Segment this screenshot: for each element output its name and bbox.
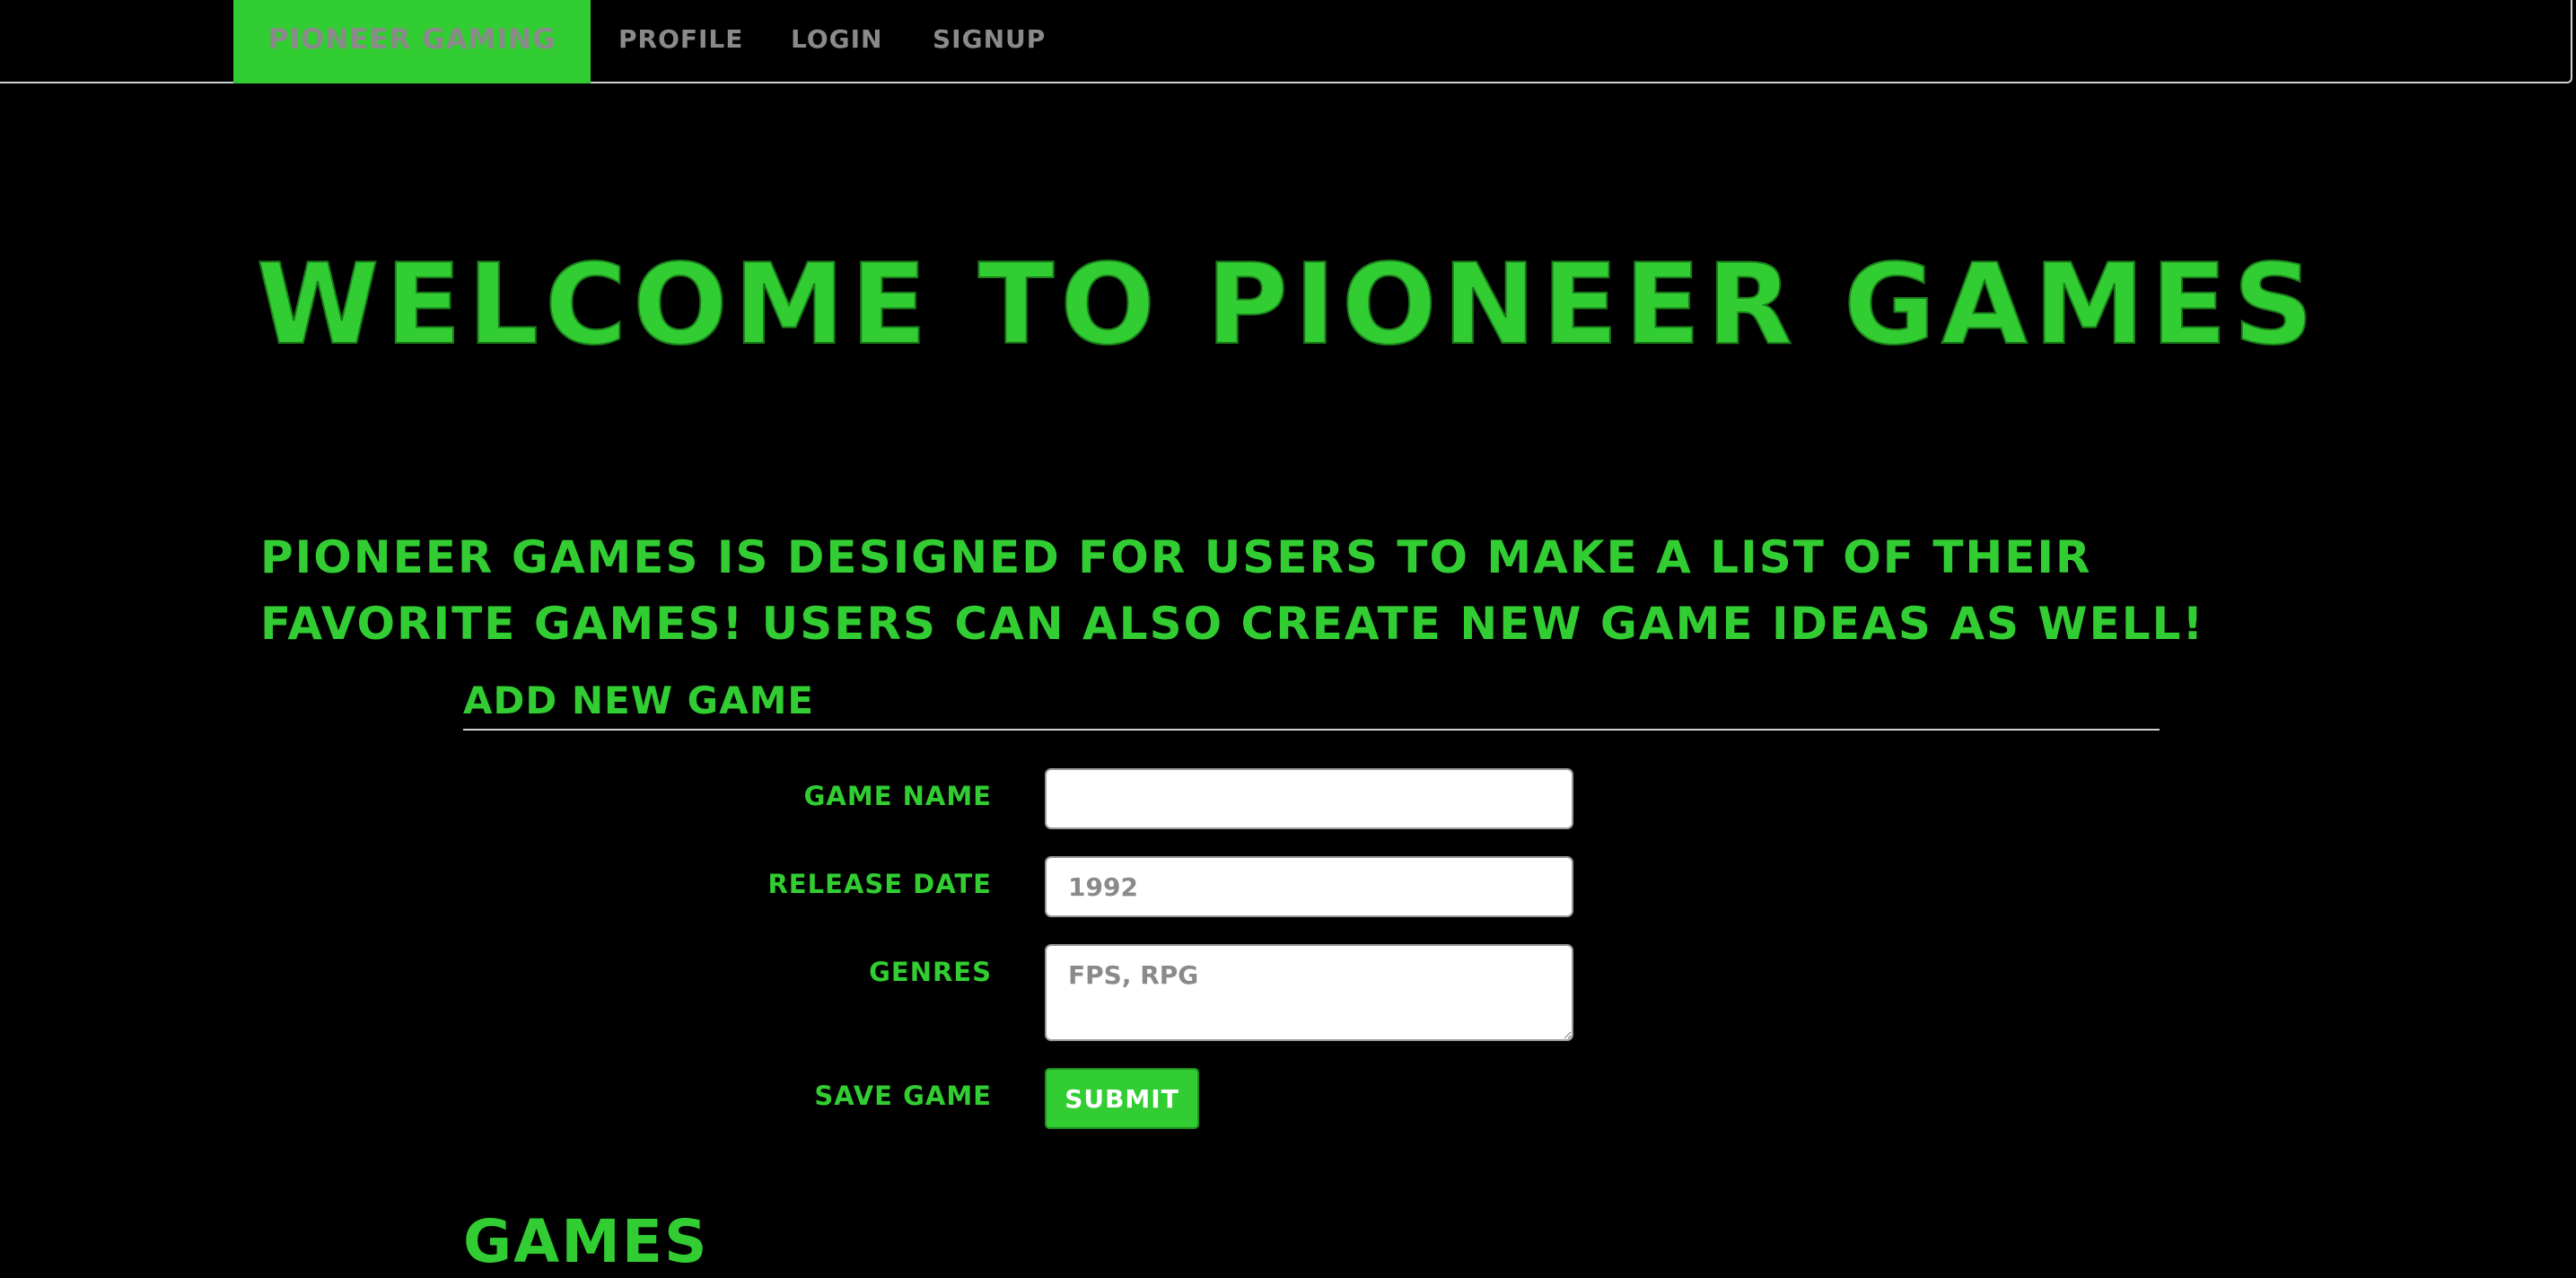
hero-title: Welcome to Pioneer Games <box>256 241 2320 370</box>
release-date-label: Release Date <box>767 869 992 899</box>
release-date-input[interactable] <box>1045 856 1573 917</box>
submit-button[interactable]: Submit <box>1045 1068 1199 1129</box>
nav-link-signup[interactable]: Signup <box>933 0 1046 79</box>
intro-text: Pioneer Games is designed for users to m… <box>260 531 2205 650</box>
save-game-label: Save Game <box>814 1081 992 1111</box>
brand-link[interactable]: Pioneer Gaming <box>233 0 591 83</box>
navbar: Pioneer Gaming Profile Login Signup <box>0 0 2572 83</box>
nav-link-profile[interactable]: Profile <box>618 0 743 79</box>
game-name-label: Game Name <box>803 781 992 811</box>
nav-link-login[interactable]: Login <box>791 0 882 79</box>
genres-textarea[interactable] <box>1045 944 1573 1041</box>
add-game-heading: Add New Game <box>463 675 2160 731</box>
genres-label: Genres <box>869 957 992 987</box>
game-name-input[interactable] <box>1045 768 1573 829</box>
games-heading: Games <box>463 1207 709 1276</box>
